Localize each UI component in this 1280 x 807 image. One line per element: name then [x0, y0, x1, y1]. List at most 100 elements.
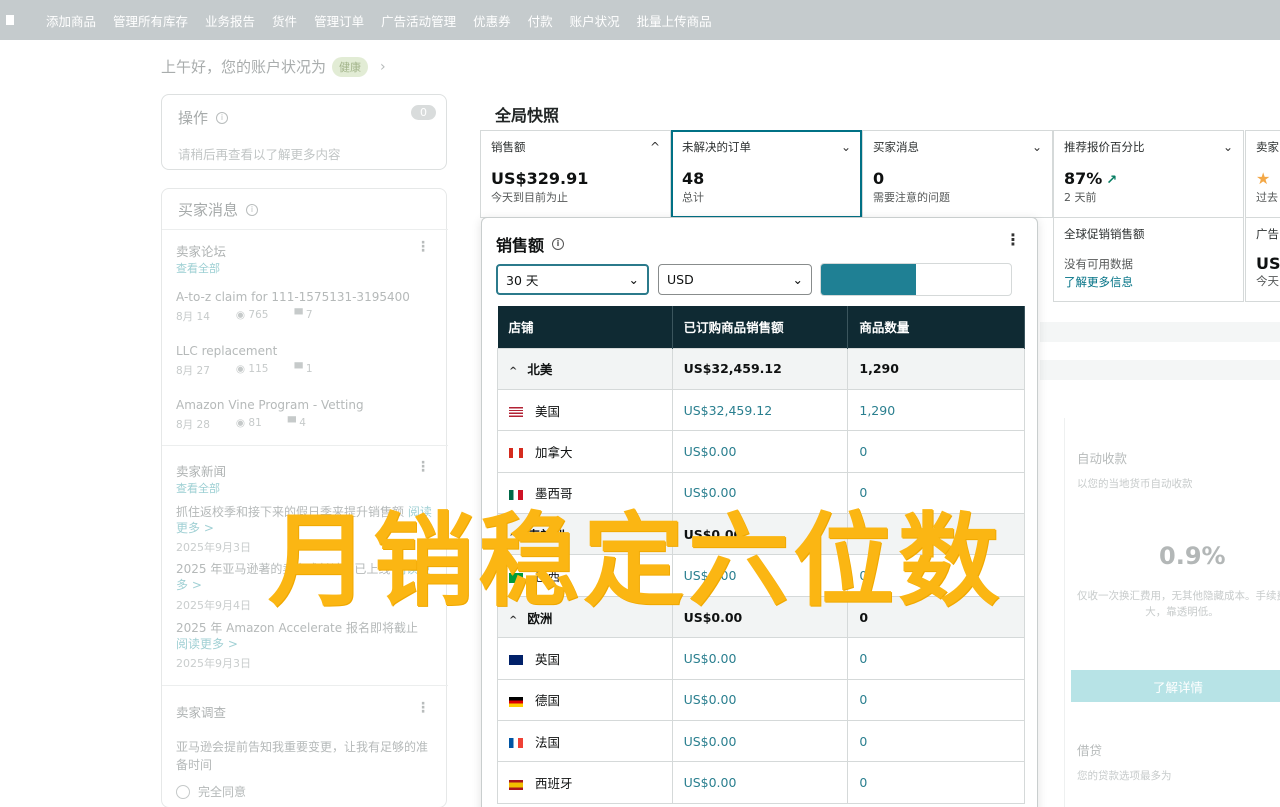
ads-tile[interactable]: 广告 US 今天	[1245, 218, 1280, 302]
sales-cell[interactable]: US$0.00	[671, 430, 849, 473]
forum-thread-title[interactable]: LLC replacement	[176, 344, 277, 358]
nav-campaign-manager[interactable]: 广告活动管理	[381, 11, 456, 30]
forum-thread-meta: 8月 27 ◉ 115 ▀ 1	[176, 363, 313, 378]
toggle-active-segment[interactable]	[821, 264, 916, 295]
sales-cell[interactable]: US$32,459.12	[671, 388, 849, 432]
tile-value: US	[1256, 254, 1280, 273]
chevron-right-icon[interactable]: ›	[380, 59, 386, 75]
chevron-down-icon[interactable]: ⌄	[841, 140, 851, 154]
tile-value: 87% ↗	[1064, 169, 1233, 188]
global-promo-tile[interactable]: 全球促销销售额 没有可用数据 了解更多信息	[1053, 218, 1244, 302]
tile-title: 卖家	[1256, 140, 1279, 154]
thread-date: 8月 28	[176, 419, 210, 431]
quantity-cell[interactable]: 0	[847, 720, 1025, 763]
quantity-cell[interactable]: 0	[847, 430, 1025, 473]
sales-cell[interactable]: US$0.00	[671, 637, 849, 680]
nav-account-health[interactable]: 账户状况	[570, 11, 620, 30]
top-nav: 添加商品 管理所有库存 业务报告 货件 管理订单 广告活动管理 优惠券 付款 账…	[0, 0, 1280, 40]
chevron-down-icon[interactable]: ⌄	[1223, 140, 1233, 154]
sales-cell[interactable]: US$0.00	[671, 761, 849, 804]
radio-button[interactable]	[176, 784, 190, 799]
info-icon[interactable]: i	[216, 111, 229, 124]
thread-replies: ▀ 4	[288, 417, 306, 432]
store-row[interactable]: 德国 US$0.00 0	[497, 678, 1025, 722]
forum-thread-meta: 8月 28 ◉ 81 ▀ 4	[176, 417, 306, 432]
nav-bulk-upload[interactable]: 批量上传商品	[637, 11, 712, 30]
tile-value: US$329.91	[491, 169, 589, 188]
chevron-down-icon[interactable]: ⌄	[1032, 140, 1042, 154]
tile-sub: 总计	[682, 191, 704, 204]
period-select[interactable]: 30 天 ⌄	[496, 264, 649, 295]
quantity-cell[interactable]: 0	[847, 761, 1025, 804]
quantity-cell[interactable]: 0	[847, 637, 1025, 680]
menu-icon[interactable]	[6, 15, 14, 25]
store-name: 西班牙	[535, 776, 573, 792]
learn-more-link[interactable]: 了解更多信息	[1064, 274, 1233, 290]
tile-sub: 今天	[1256, 274, 1279, 288]
featured-offer-tile[interactable]: 推荐报价百分比 ⌄ 87% ↗ 2 天前	[1053, 130, 1244, 218]
flag-de-icon	[509, 696, 523, 707]
forum-thread-meta: 8月 14 ◉ 765 ▀ 7	[176, 309, 313, 324]
store-row[interactable]: 法国 US$0.00 0	[497, 720, 1025, 763]
panel-title: 自动收款	[1077, 451, 1128, 466]
flag-es-icon	[509, 779, 523, 790]
greeting[interactable]: 上午好，您的账户状况为 健康 ›	[161, 56, 386, 77]
store-row[interactable]: 西班牙 US$0.00 0	[497, 761, 1025, 804]
sales-tile[interactable]: 销售额 ^ US$329.91 今天到目前为止	[480, 130, 671, 218]
loan-sub: 您的贷款选项最多为	[1077, 770, 1172, 782]
thread-views: ◉ 765	[236, 309, 269, 324]
overlay-headline: 月销稳定六位数	[268, 502, 1004, 620]
period-value: 30 天	[506, 273, 539, 288]
chevron-down-icon: ⌄	[628, 272, 639, 287]
kebab-menu-icon[interactable]: ⋮	[416, 459, 430, 475]
region-row[interactable]: ^ 北美 US$32,459.12 1,290	[497, 347, 1025, 390]
tile-title: 未解决的订单	[682, 140, 751, 154]
nav-manage-inventory[interactable]: 管理所有库存	[113, 11, 188, 30]
star-icon: ★	[1256, 169, 1271, 188]
kebab-menu-icon[interactable]: ⋮	[416, 700, 430, 716]
learn-details-button[interactable]: 了解详情	[1071, 670, 1280, 702]
sales-cell[interactable]: US$0.00	[671, 678, 849, 722]
quantity-cell[interactable]: 1,290	[847, 388, 1025, 432]
quantity-cell[interactable]: 0	[847, 678, 1025, 722]
panel-percent: 0.9%	[1159, 542, 1226, 570]
flag-gb-icon	[509, 655, 523, 666]
news-date: 2025年9月3日	[176, 541, 251, 554]
forum-thread-title[interactable]: A-to-z claim for 111-1575131-3195400	[176, 290, 410, 304]
chevron-up-icon[interactable]: ^	[650, 140, 660, 154]
view-toggle[interactable]	[820, 263, 1012, 296]
kebab-menu-icon[interactable]: ⋮	[1005, 230, 1021, 249]
news-view-all-link[interactable]: 查看全部	[176, 480, 220, 496]
seller-feedback-tile[interactable]: 卖家 ★ 过去	[1245, 130, 1280, 218]
buyer-messages-tile[interactable]: 买家消息 ⌄ 0 需要注意的问题	[862, 130, 1053, 218]
nav-payments[interactable]: 付款	[528, 11, 553, 30]
info-icon[interactable]: i	[552, 238, 565, 250]
forum-heading: 卖家论坛	[176, 244, 227, 259]
info-icon[interactable]: i	[246, 203, 259, 216]
replies-count: 7	[305, 309, 313, 321]
tile-sub: 2 天前	[1064, 191, 1097, 204]
chevron-up-icon[interactable]: ^	[509, 366, 517, 377]
operations-card: 操作 i 0 请稍后再查看以了解更多内容	[161, 94, 447, 170]
kebab-menu-icon[interactable]: ⋮	[416, 239, 430, 255]
nav-add-product[interactable]: 添加商品	[46, 11, 96, 30]
chevron-down-icon: ⌄	[792, 272, 803, 287]
forum-view-all-link[interactable]: 查看全部	[176, 260, 220, 276]
nav-manage-orders[interactable]: 管理订单	[314, 11, 364, 30]
survey-option[interactable]: 完全同意	[176, 783, 246, 800]
sales-cell[interactable]: US$0.00	[671, 720, 849, 763]
forum-thread-title[interactable]: Amazon Vine Program - Vetting	[176, 398, 364, 412]
tile-title: 全球促销销售额	[1064, 227, 1145, 241]
read-more-link[interactable]: 阅读更多 >	[176, 637, 238, 651]
nav-coupons[interactable]: 优惠券	[473, 11, 511, 30]
operations-desc: 请稍后再查看以了解更多内容	[178, 147, 341, 162]
nav-shipments[interactable]: 货件	[272, 11, 297, 30]
nav-business-reports[interactable]: 业务报告	[205, 11, 255, 30]
currency-select[interactable]: USD ⌄	[658, 264, 812, 295]
store-row[interactable]: 加拿大 US$0.00 0	[497, 430, 1025, 473]
open-orders-tile[interactable]: 未解决的订单 ⌄ 48 总计	[671, 130, 862, 218]
store-row[interactable]: 美国 US$32,459.12 1,290	[497, 388, 1025, 432]
store-name: 加拿大	[535, 444, 573, 460]
store-row[interactable]: 英国 US$0.00 0	[497, 637, 1025, 680]
table-header-row: 店铺 已订购商品销售额 商品数量	[497, 306, 1025, 348]
